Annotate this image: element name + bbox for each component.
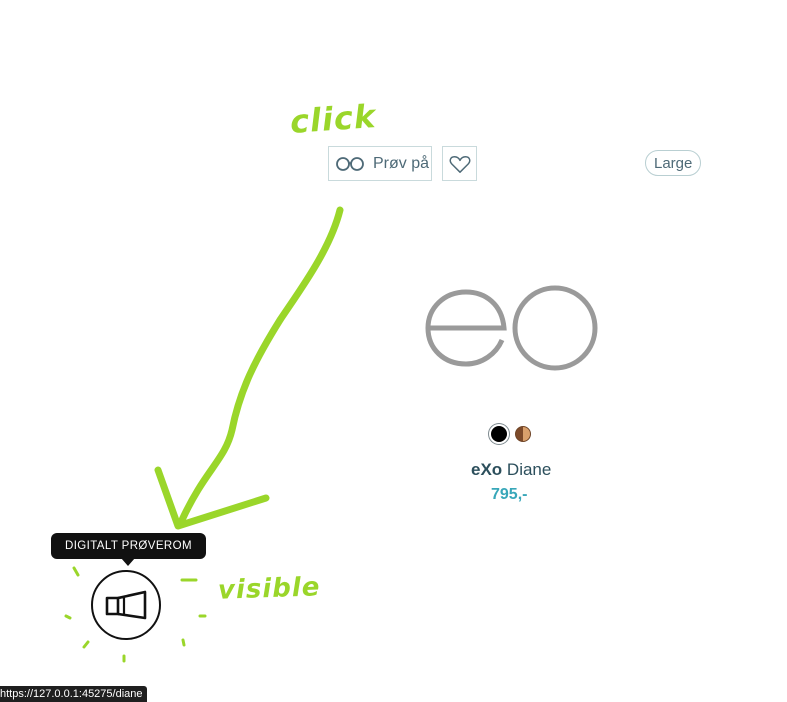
color-swatch-black[interactable] [491,426,507,442]
try-on-button[interactable]: Prøv på [328,146,432,181]
fitting-room-icon [105,590,147,620]
product-name[interactable]: eXo Diane [471,460,551,480]
fitting-room-tooltip: DIGITALT PRØVEROM [51,533,206,559]
glasses-icon [336,156,364,171]
status-bar-url: https://127.0.0.1:45275/diane [0,686,147,702]
annotation-visible-note: visible [217,572,321,606]
product-image[interactable] [420,284,604,374]
try-on-label: Prøv på [373,154,430,172]
product-brand: eXo [471,460,503,479]
tooltip-arrow [121,558,135,566]
color-swatch-wood[interactable] [515,426,531,442]
favorite-button[interactable] [442,146,477,181]
product-price: 795,- [491,486,528,503]
heart-icon [449,155,470,173]
size-badge: Large [645,150,702,176]
fitting-room-button[interactable] [91,570,161,640]
product-model: Diane [506,460,552,479]
